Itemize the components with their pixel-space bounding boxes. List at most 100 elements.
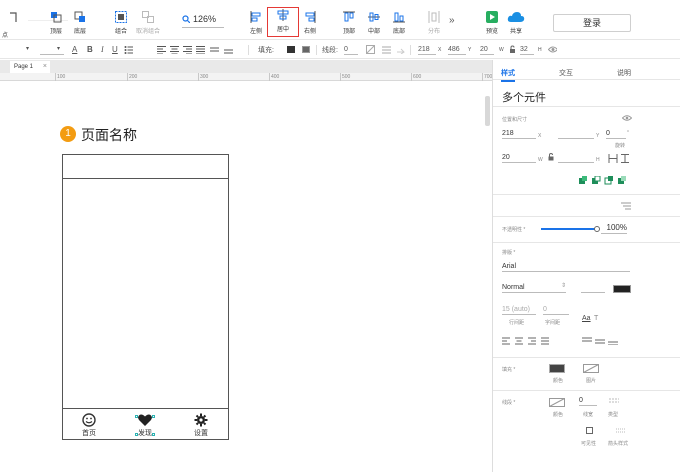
visibility-eye-icon[interactable] [622, 114, 632, 122]
font-dropdown-arrow[interactable]: ▾ [26, 45, 29, 52]
tab-interaction[interactable]: 交互 [559, 68, 573, 78]
page-tab[interactable]: Page 1 × [10, 61, 50, 73]
tool-label: 共享 [509, 29, 522, 35]
stepper-arrows[interactable]: ⇕ [561, 282, 566, 289]
send-to-back-button[interactable]: 底层 [64, 10, 96, 40]
opacity-slider-knob[interactable] [594, 226, 600, 232]
heart-icon [138, 414, 152, 426]
height-field[interactable] [558, 153, 594, 163]
width-field[interactable]: 20 [502, 153, 536, 163]
tab-notes[interactable]: 说明 [617, 68, 631, 78]
font-color-swatch[interactable] [613, 285, 631, 293]
line-width-field[interactable]: 0 [344, 45, 358, 55]
nav-item-settings[interactable]: 设置 [181, 413, 221, 438]
nav-item-home[interactable]: 首页 [69, 413, 109, 438]
letter-spacing-field[interactable]: 0 [543, 305, 569, 315]
font-family-dropdown[interactable]: Arial [502, 262, 630, 272]
fill-image-icon[interactable] [583, 364, 599, 373]
visibility-checkbox[interactable] [586, 427, 593, 434]
lock-ratio-icon[interactable] [547, 153, 555, 161]
inspector-tabs: 样式 交互 说明 [493, 60, 680, 82]
distribute-button[interactable]: 分布 [418, 10, 450, 40]
align-text-center-icon[interactable] [170, 45, 179, 54]
tab-style[interactable]: 样式 [501, 68, 515, 82]
y-field[interactable]: 486 [448, 45, 466, 55]
h-unit: H [596, 157, 600, 163]
arrow-style-icon[interactable] [396, 45, 405, 54]
arrow-style-icon[interactable] [616, 427, 626, 435]
close-tab-icon[interactable]: × [43, 61, 47, 73]
fill-color-label: 颜色 [553, 378, 564, 384]
format-toolbar: ▾ ▾ A B I U 填充: 线段: 0 218 X 486 Y 20 W 3… [0, 41, 680, 59]
align-text-right-icon[interactable] [183, 45, 192, 54]
border-width-field[interactable]: 0 [579, 396, 597, 406]
visibility-label: 可见性 [581, 441, 597, 447]
fill-label: 填充: [258, 47, 274, 54]
selection-handle[interactable] [152, 433, 155, 436]
selection-handle[interactable] [152, 415, 155, 418]
line-color-icon[interactable] [366, 45, 375, 54]
underline-icon[interactable]: U [112, 45, 118, 54]
tool-label: 底部 [392, 29, 405, 35]
text-shadow-icon[interactable]: T [594, 315, 598, 322]
page-title[interactable]: 页面名称 [81, 125, 137, 145]
opacity-label: 不透明性 * [502, 227, 526, 233]
phone-header[interactable] [63, 155, 228, 179]
text-transform-icon[interactable]: Aa [582, 315, 591, 322]
font-size-field[interactable] [581, 283, 605, 293]
partial-tool-icon[interactable] [8, 12, 18, 24]
fit-width-icon[interactable] [608, 154, 618, 163]
visibility-eye-icon[interactable] [548, 45, 557, 54]
share-button[interactable]: 共享 [500, 10, 532, 40]
selection-handle[interactable] [135, 415, 138, 418]
line-style-icon[interactable] [382, 45, 391, 54]
nav-item-discover[interactable]: 发现 [125, 413, 165, 438]
align-bottom-button[interactable]: 底部 [383, 10, 415, 40]
align-text-left-icon[interactable] [157, 45, 166, 54]
opacity-value[interactable]: 100% [601, 223, 627, 234]
border-color-icon[interactable] [549, 398, 565, 407]
boolean-ops-icons[interactable] [579, 176, 627, 186]
more-tools-button[interactable]: » [449, 15, 455, 26]
phone-frame[interactable]: 首页 发现 设置 [62, 154, 229, 440]
opacity-slider[interactable] [541, 226, 600, 232]
font-size-dropdown-arrow[interactable]: ▾ [57, 45, 60, 52]
font-size-dropdown[interactable] [40, 45, 64, 55]
widget-name[interactable]: 多个元件 [502, 89, 546, 105]
bullet-list-icon[interactable] [124, 45, 133, 54]
fill-style-swatch[interactable] [302, 46, 310, 53]
font-style-dropdown[interactable]: Normal [502, 283, 566, 293]
ruler-tick: 300 [198, 73, 209, 81]
bold-icon[interactable]: B [87, 45, 93, 54]
italic-icon[interactable]: I [101, 45, 104, 54]
fill-color-swatch[interactable] [287, 46, 295, 53]
text-color-icon[interactable]: A [72, 45, 77, 54]
lock-ratio-icon[interactable] [508, 45, 517, 54]
login-button[interactable]: 登录 [553, 14, 631, 32]
fill-color-swatch[interactable] [549, 364, 565, 373]
selection-handle[interactable] [135, 433, 138, 436]
line-height-field[interactable]: 15 (auto) [502, 305, 536, 315]
vertical-align-icons[interactable] [582, 337, 620, 345]
y-position-field[interactable] [558, 129, 594, 139]
border-type-icon[interactable] [609, 397, 619, 405]
align-right-button[interactable]: 右侧 [294, 10, 326, 40]
zoom-control[interactable]: 126% [182, 14, 224, 28]
fill-section-label: 填充 * [502, 367, 516, 373]
fit-height-icon[interactable] [620, 154, 630, 163]
x-position-field[interactable]: 218 [502, 129, 536, 139]
phone-tab-bar[interactable]: 首页 发现 设置 [63, 408, 228, 439]
x-field[interactable]: 218 [418, 45, 436, 55]
valign-top-icon[interactable] [210, 45, 219, 54]
rotation-field[interactable]: 0 [606, 129, 626, 139]
w-field[interactable]: 20 [480, 45, 494, 55]
text-lines-icon[interactable] [621, 202, 631, 210]
ungroup-button[interactable]: 取消组合 [132, 10, 164, 40]
w-unit: W [538, 157, 543, 163]
canvas-scrollbar[interactable] [485, 96, 490, 126]
paragraph-align-icons[interactable] [502, 337, 550, 345]
align-text-justify-icon[interactable] [196, 45, 205, 54]
arrow-style-label: 箭头样式 [608, 441, 629, 447]
h-field[interactable]: 32 [520, 45, 534, 55]
valign-middle-icon[interactable] [224, 45, 233, 54]
